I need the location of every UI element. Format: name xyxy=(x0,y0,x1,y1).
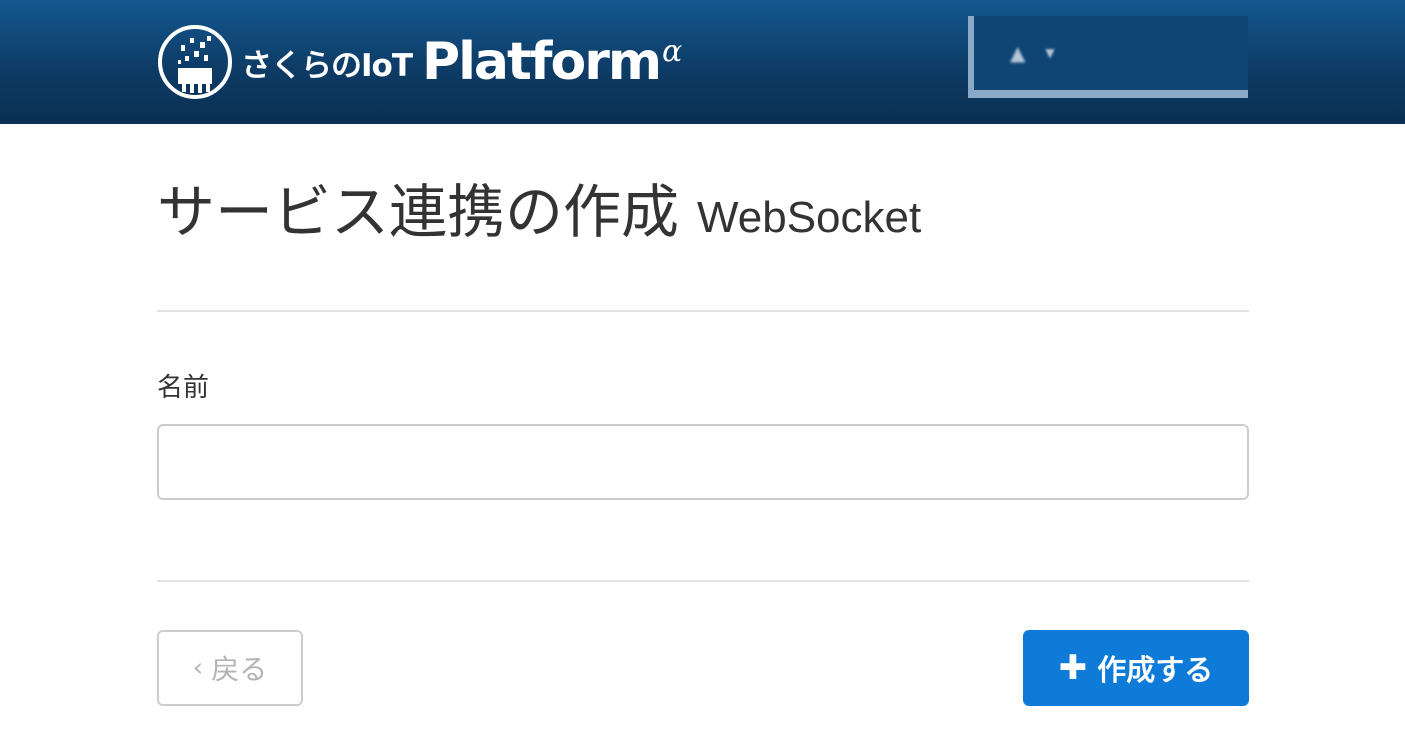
page-title-service-type: WebSocket xyxy=(697,193,922,242)
user-menu-dropdown[interactable]: ▲ ▼ xyxy=(968,16,1248,98)
back-button[interactable]: ‹ 戻る xyxy=(157,630,303,706)
chevron-left-icon: ‹ xyxy=(192,653,204,683)
create-button[interactable]: ✚ 作成する xyxy=(1023,630,1249,706)
sakura-iot-logo-icon xyxy=(158,25,232,99)
logo-text-alpha: α xyxy=(662,33,683,69)
back-button-label: 戻る xyxy=(211,653,268,686)
brand-logo[interactable]: さくらのIoT Platform α xyxy=(157,24,682,100)
divider-bottom xyxy=(157,580,1249,582)
create-button-label: 作成する xyxy=(1097,653,1214,687)
logo-text-ja: さくらのIoT xyxy=(241,47,413,84)
plus-icon: ✚ xyxy=(1058,648,1088,688)
name-input[interactable] xyxy=(157,424,1249,500)
user-icon: ▲ xyxy=(1010,41,1026,65)
page-title-main: サービス連携の作成 xyxy=(157,178,680,246)
caret-down-icon: ▼ xyxy=(1045,46,1055,60)
divider-top xyxy=(157,310,1249,312)
logo-text-platform: Platform xyxy=(421,32,662,92)
top-navbar: さくらのIoT Platform α ▲ ▼ xyxy=(0,0,1405,124)
page-title: サービス連携の作成 WebSocket xyxy=(157,183,921,241)
name-label: 名前 xyxy=(157,373,210,403)
